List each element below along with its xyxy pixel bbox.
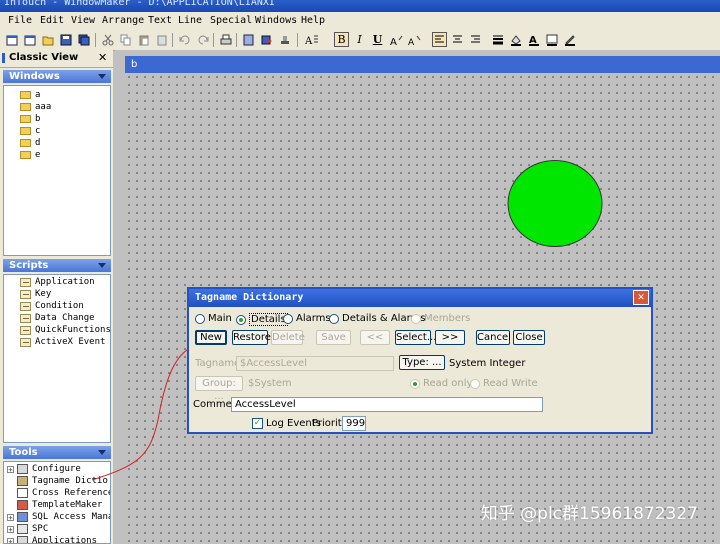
restore-button[interactable]: Restore: [232, 330, 271, 345]
save-button[interactable]: Save: [316, 330, 351, 345]
radio-icon: [283, 313, 293, 324]
comment-input[interactable]: AccessLevel: [231, 397, 543, 412]
dialog-title: Tagname Dictionary: [195, 292, 304, 303]
dialog-close-button[interactable]: ✕: [633, 290, 649, 305]
delete-button[interactable]: Delete: [271, 330, 305, 345]
mode-alarms-radio[interactable]: Alarms: [283, 313, 331, 324]
cancel-button[interactable]: Cancel: [476, 330, 511, 345]
group-value: $System: [248, 378, 292, 389]
mode-main-radio[interactable]: Main: [195, 313, 232, 324]
type-value: System Integer: [449, 358, 526, 369]
red-annotation: [91, 307, 357, 481]
tagname-dictionary-dialog: Tagname Dictionary ✕ Main Details Alarms…: [187, 287, 653, 434]
radio-icon: [410, 378, 420, 389]
group-button[interactable]: Group: ...: [195, 376, 243, 402]
next-button[interactable]: >>: [435, 330, 465, 345]
close-button[interactable]: Close: [513, 330, 545, 345]
read-only-radio[interactable]: Read only: [410, 378, 472, 389]
select-button[interactable]: Select...: [395, 330, 436, 345]
priority-input[interactable]: 999: [342, 416, 366, 431]
watermark: 知乎 @plc群15961872327: [480, 504, 698, 524]
radio-icon: [236, 314, 246, 325]
radio-icon: [329, 313, 339, 324]
tagname-input[interactable]: $AccessLevel: [236, 356, 394, 371]
log-events-checkbox[interactable]: ✓: [252, 418, 263, 429]
type-button[interactable]: Type: ...: [399, 355, 445, 370]
new-button[interactable]: New: [195, 330, 227, 345]
radio-icon: [470, 378, 480, 389]
radio-icon: [195, 313, 205, 324]
mode-members-radio[interactable]: Members: [411, 313, 470, 324]
dialog-title-bar[interactable]: Tagname Dictionary ✕: [189, 289, 651, 307]
radio-icon: [411, 313, 421, 324]
mode-details-radio[interactable]: Details: [236, 313, 288, 326]
previous-button[interactable]: <<: [360, 330, 390, 345]
read-write-radio[interactable]: Read Write: [470, 378, 538, 389]
